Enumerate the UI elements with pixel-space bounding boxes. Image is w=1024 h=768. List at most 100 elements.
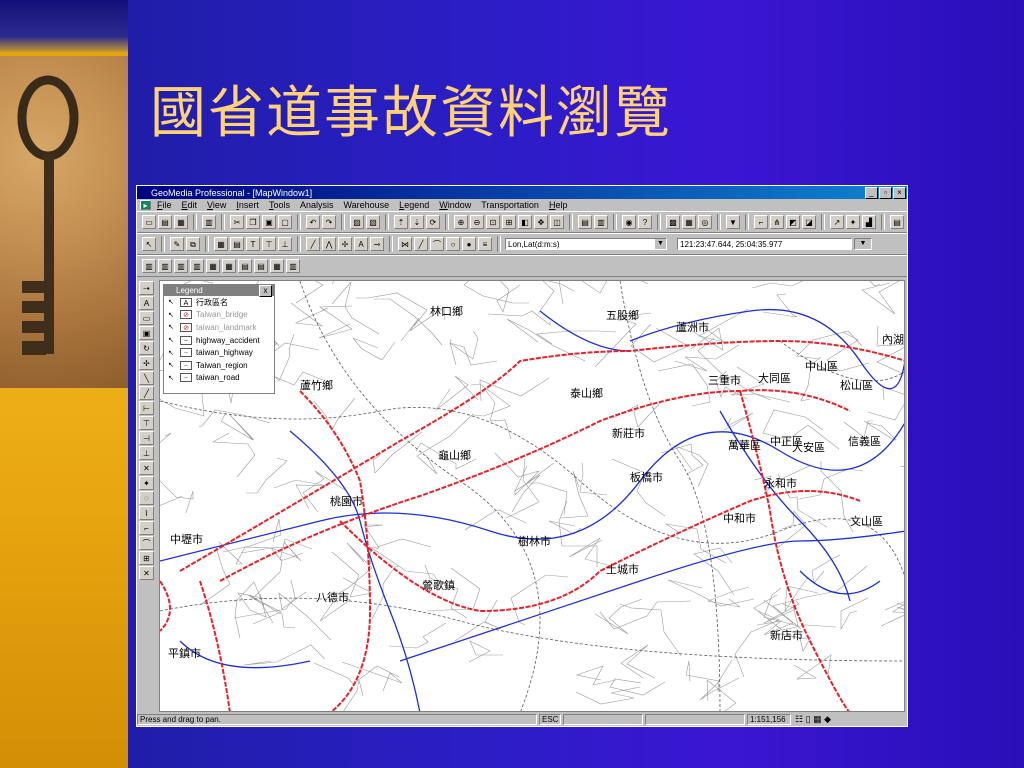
grid-icon[interactable]: ▦ [214,237,228,251]
save-icon[interactable]: ▦ [174,215,188,229]
previous-view-icon[interactable]: ◧ [518,215,532,229]
print-icon[interactable]: ▥ [202,215,216,229]
layout-icon[interactable]: ▥ [594,215,608,229]
chevron-down-icon[interactable]: ▼ [855,239,871,249]
menu-item-7[interactable]: Legend [399,200,429,210]
minimize-button[interactable]: _ [865,186,878,199]
legend-item[interactable]: ↖ ~ taiwan_highway [164,346,274,359]
restore-button[interactable]: ▫ [879,186,892,199]
copy-icon[interactable]: ❐ [246,215,260,229]
node-icon[interactable]: ⊢ [139,401,154,415]
properties-icon[interactable]: ▤ [890,215,904,229]
menu-item-6[interactable]: Warehouse [343,200,389,210]
menu-item-2[interactable]: View [207,200,226,210]
continue-icon[interactable]: ◌ [139,491,154,505]
zoom-area-icon[interactable]: ⊡ [486,215,500,229]
point-on-line-icon[interactable]: ⊸ [370,237,384,251]
undo-icon[interactable]: ↶ [306,215,320,229]
edit-feature-icon[interactable]: ✎ [170,237,184,251]
scale-tool-icon[interactable]: ╲ [139,371,154,385]
route-icon[interactable]: ⋔ [770,215,784,229]
chevron-down-icon[interactable]: ▼ [655,239,666,249]
move-tool-icon[interactable]: ✢ [139,356,154,370]
cut-icon[interactable]: ✂ [230,215,244,229]
zoom-out-icon[interactable]: ⊖ [470,215,484,229]
find-icon[interactable]: ◉ [622,215,636,229]
new-icon[interactable]: ▭ [142,215,156,229]
legend-item[interactable]: ↖ A 行政區名 [164,296,274,309]
selection-icon[interactable]: ▯ [806,714,811,724]
fillet-icon[interactable]: ⌒ [139,536,154,550]
table-icon[interactable]: ▤ [230,237,244,251]
extend-icon[interactable]: ⌐ [139,521,154,535]
lrs-icon-5[interactable]: ▦ [206,259,220,273]
arc-icon[interactable]: ⌒ [430,237,444,251]
network-icon[interactable]: ⌐ [754,215,768,229]
measure-icon[interactable]: ↗ [830,215,844,229]
legend-item[interactable]: ↖ ~ Taiwan_region [164,359,274,372]
circle-icon[interactable]: ○ [446,237,460,251]
lrs-icon-9[interactable]: ▦ [270,259,284,273]
open-icon[interactable]: ▤ [158,215,172,229]
buffer-icon[interactable]: ◎ [698,215,712,229]
fit-all-icon[interactable]: ⊞ [502,215,516,229]
grid-status-icon[interactable]: ▦ [813,714,822,724]
polyline-icon[interactable]: ⋀ [322,237,336,251]
snap-line-icon[interactable]: ✢ [338,237,352,251]
data-window-icon[interactable]: ▤ [578,215,592,229]
coordinate-system-select[interactable]: Lon,Lat(d:m:s) ▼ [505,238,667,250]
label-tool-icon[interactable]: ▭ [139,311,154,325]
coordinate-dropdown[interactable]: ▼ [854,238,872,250]
segment-icon[interactable]: ◩ [786,215,800,229]
refresh-icon[interactable]: ⟳ [426,215,440,229]
image-tool-icon[interactable]: ▣ [139,326,154,340]
text-tool-icon[interactable]: T [246,237,260,251]
lrs-icon-3[interactable]: ▥ [174,259,188,273]
layer-up-icon[interactable]: ⇡ [394,215,408,229]
event-icon[interactable]: ◪ [802,215,816,229]
snap-icon[interactable]: ✦ [846,215,860,229]
rotate-tool-icon[interactable]: ↻ [139,341,154,355]
vertex-icon[interactable]: ⊤ [139,416,154,430]
draw-line-icon[interactable]: ╱ [414,237,428,251]
map-window[interactable]: 林口鄉 五股鄉 蘆洲市 內湖 中山區 三重市 大同區 松山區 蘆竹鄉 泰山鄉 新莊市 萬華區 中正區 大安… [159,280,905,712]
symbol-icon[interactable]: ⊥ [278,237,292,251]
zoom-in-icon[interactable]: ⊕ [454,215,468,229]
menu-item-4[interactable]: Tools [269,200,290,210]
menu-item-8[interactable]: Window [439,200,471,210]
join-line-icon[interactable]: ✦ [139,476,154,490]
select-set-icon[interactable]: ▨ [350,215,364,229]
line-draw-icon[interactable]: ╱ [139,386,154,400]
line-tool-icon[interactable]: ╱ [306,237,320,251]
map-window-icon[interactable]: ◫ [550,215,564,229]
text-insert-icon[interactable]: A [354,237,368,251]
app-icon[interactable]: ▸ [140,200,151,210]
attribute-icon[interactable]: ▧ [366,215,380,229]
lrs-icon-8[interactable]: ▤ [254,259,268,273]
help-icon[interactable]: ? [638,215,652,229]
break-icon[interactable]: ✕ [139,461,154,475]
legend-item[interactable]: ↖ ~ highway_accident [164,334,274,347]
cancel-draw-icon[interactable]: ✕ [139,566,154,580]
delete-icon[interactable]: ▢ [278,215,292,229]
join-icon[interactable]: ▦ [682,215,696,229]
filter-icon[interactable]: ▼ [726,215,740,229]
pan-icon[interactable]: ✥ [534,215,548,229]
delete-vertex-icon[interactable]: ⊥ [139,446,154,460]
paste-icon[interactable]: ▣ [262,215,276,229]
coordinate-readout[interactable]: 121:23:47.644, 25:04:35.977 [677,238,852,250]
chart-icon[interactable]: ▟ [862,215,876,229]
lrs-icon-4[interactable]: ▥ [190,259,204,273]
lrs-icon-1[interactable]: ▥ [142,259,156,273]
equal-icon[interactable]: ≡ [478,237,492,251]
paint-icon[interactable]: ◆ [824,714,831,724]
menu-item-1[interactable]: Edit [182,200,198,210]
legend-close-button[interactable]: x [259,284,272,297]
query-icon[interactable]: ▩ [666,215,680,229]
menu-item-3[interactable]: Insert [236,200,259,210]
lrs-icon-2[interactable]: ▥ [158,259,172,273]
lrs-icon-6[interactable]: ▦ [222,259,236,273]
menu-item-9[interactable]: Transportation [481,200,539,210]
lrs-icon-10[interactable]: ▥ [286,259,300,273]
text-a-icon[interactable]: A [139,296,154,310]
